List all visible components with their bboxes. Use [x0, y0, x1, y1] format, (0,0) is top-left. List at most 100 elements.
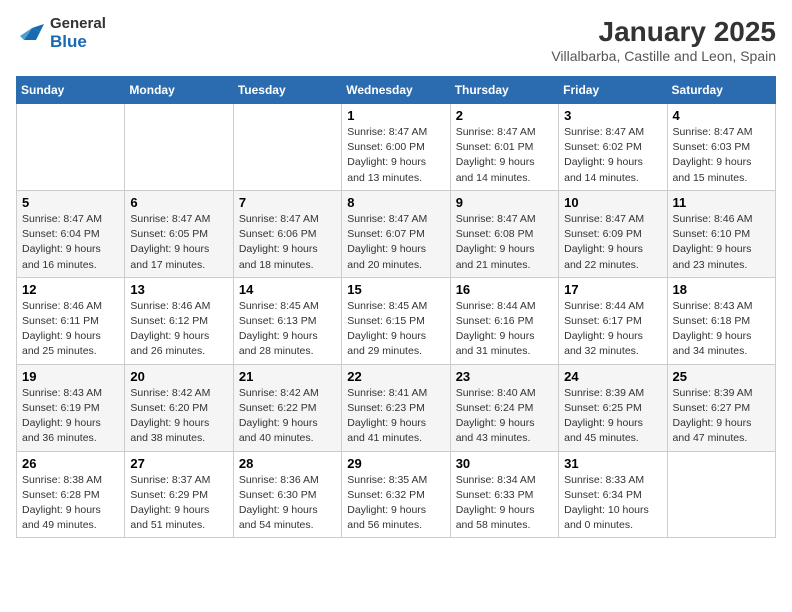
calendar-cell — [125, 104, 233, 191]
weekday-header-sunday: Sunday — [17, 77, 125, 104]
logo-blue-text: Blue — [50, 33, 106, 52]
calendar-cell: 20 Sunrise: 8:42 AM Sunset: 6:20 PM Dayli… — [125, 364, 233, 451]
calendar-cell: 18Sunrise: 8:43 AM Sunset: 6:18 PM Dayli… — [667, 277, 775, 364]
day-number: 24 — [564, 369, 661, 384]
day-info: Sunrise: 8:47 AM Sunset: 6:03 PM Dayligh… — [673, 125, 770, 186]
calendar-cell: 16 Sunrise: 8:44 AM Sunset: 6:16 PM Dayli… — [450, 277, 558, 364]
day-number: 29 — [347, 456, 444, 471]
day-number: 3 — [564, 108, 661, 123]
calendar-week-row: 12 Sunrise: 8:46 AM Sunset: 6:11 PM Dayli… — [17, 277, 776, 364]
calendar-week-row: 1 Sunrise: 8:47 AM Sunset: 6:00 PM Daylig… — [17, 104, 776, 191]
calendar-cell — [233, 104, 341, 191]
calendar-cell: 1 Sunrise: 8:47 AM Sunset: 6:00 PM Daylig… — [342, 104, 450, 191]
day-info: Sunrise: 8:39 AM Sunset: 6:27 PM Dayligh… — [673, 386, 770, 447]
day-info: Sunrise: 8:46 AM Sunset: 6:10 PM Dayligh… — [673, 212, 770, 273]
day-number: 9 — [456, 195, 553, 210]
day-info: Sunrise: 8:42 AM Sunset: 6:22 PM Dayligh… — [239, 386, 336, 447]
day-number: 1 — [347, 108, 444, 123]
calendar-cell: 5 Sunrise: 8:47 AM Sunset: 6:04 PM Daylig… — [17, 190, 125, 277]
day-number: 15 — [347, 282, 444, 297]
logo: General Blue — [16, 16, 106, 51]
day-info: Sunrise: 8:35 AM Sunset: 6:32 PM Dayligh… — [347, 473, 444, 534]
calendar-subtitle: Villalbarba, Castille and Leon, Spain — [551, 48, 776, 64]
day-number: 10 — [564, 195, 661, 210]
calendar-cell: 23Sunrise: 8:40 AM Sunset: 6:24 PM Dayli… — [450, 364, 558, 451]
day-info: Sunrise: 8:47 AM Sunset: 6:02 PM Dayligh… — [564, 125, 661, 186]
day-number: 2 — [456, 108, 553, 123]
weekday-header-friday: Friday — [559, 77, 667, 104]
day-number: 19 — [22, 369, 119, 384]
day-info: Sunrise: 8:40 AM Sunset: 6:24 PM Dayligh… — [456, 386, 553, 447]
logo-general-text: General — [50, 16, 106, 33]
calendar-cell: 15 Sunrise: 8:45 AM Sunset: 6:15 PM Dayli… — [342, 277, 450, 364]
calendar-cell — [17, 104, 125, 191]
calendar-cell: 10 Sunrise: 8:47 AM Sunset: 6:09 PM Dayli… — [559, 190, 667, 277]
calendar-week-row: 26 Sunrise: 8:38 AM Sunset: 6:28 PM Dayli… — [17, 451, 776, 538]
day-info: Sunrise: 8:39 AM Sunset: 6:25 PM Dayligh… — [564, 386, 661, 447]
day-number: 7 — [239, 195, 336, 210]
day-info: Sunrise: 8:41 AM Sunset: 6:23 PM Dayligh… — [347, 386, 444, 447]
calendar-cell: 12 Sunrise: 8:46 AM Sunset: 6:11 PM Dayli… — [17, 277, 125, 364]
day-info: Sunrise: 8:45 AM Sunset: 6:15 PM Dayligh… — [347, 299, 444, 360]
calendar-cell: 8Sunrise: 8:47 AM Sunset: 6:07 PM Daylig… — [342, 190, 450, 277]
day-info: Sunrise: 8:47 AM Sunset: 6:04 PM Dayligh… — [22, 212, 119, 273]
day-info: Sunrise: 8:44 AM Sunset: 6:16 PM Dayligh… — [456, 299, 553, 360]
calendar-cell: 4Sunrise: 8:47 AM Sunset: 6:03 PM Daylig… — [667, 104, 775, 191]
calendar-cell: 29 Sunrise: 8:35 AM Sunset: 6:32 PM Dayli… — [342, 451, 450, 538]
day-info: Sunrise: 8:44 AM Sunset: 6:17 PM Dayligh… — [564, 299, 661, 360]
weekday-header-monday: Monday — [125, 77, 233, 104]
day-info: Sunrise: 8:42 AM Sunset: 6:20 PM Dayligh… — [130, 386, 227, 447]
title-area: January 2025 Villalbarba, Castille and L… — [551, 16, 776, 64]
calendar-cell: 13Sunrise: 8:46 AM Sunset: 6:12 PM Dayli… — [125, 277, 233, 364]
day-number: 20 — [130, 369, 227, 384]
day-info: Sunrise: 8:47 AM Sunset: 6:06 PM Dayligh… — [239, 212, 336, 273]
day-number: 26 — [22, 456, 119, 471]
day-number: 5 — [22, 195, 119, 210]
calendar-cell: 11 Sunrise: 8:46 AM Sunset: 6:10 PM Dayli… — [667, 190, 775, 277]
day-number: 27 — [130, 456, 227, 471]
weekday-header-row: SundayMondayTuesdayWednesdayThursdayFrid… — [17, 77, 776, 104]
day-info: Sunrise: 8:47 AM Sunset: 6:01 PM Dayligh… — [456, 125, 553, 186]
calendar-cell: 19Sunrise: 8:43 AM Sunset: 6:19 PM Dayli… — [17, 364, 125, 451]
calendar-title: January 2025 — [551, 16, 776, 48]
calendar-cell: 30Sunrise: 8:34 AM Sunset: 6:33 PM Dayli… — [450, 451, 558, 538]
day-info: Sunrise: 8:36 AM Sunset: 6:30 PM Dayligh… — [239, 473, 336, 534]
day-number: 11 — [673, 195, 770, 210]
day-number: 22 — [347, 369, 444, 384]
calendar-cell — [667, 451, 775, 538]
calendar-cell: 14Sunrise: 8:45 AM Sunset: 6:13 PM Dayli… — [233, 277, 341, 364]
day-info: Sunrise: 8:47 AM Sunset: 6:08 PM Dayligh… — [456, 212, 553, 273]
day-info: Sunrise: 8:37 AM Sunset: 6:29 PM Dayligh… — [130, 473, 227, 534]
day-info: Sunrise: 8:47 AM Sunset: 6:09 PM Dayligh… — [564, 212, 661, 273]
calendar-cell: 22 Sunrise: 8:41 AM Sunset: 6:23 PM Dayli… — [342, 364, 450, 451]
day-number: 21 — [239, 369, 336, 384]
calendar-week-row: 5 Sunrise: 8:47 AM Sunset: 6:04 PM Daylig… — [17, 190, 776, 277]
calendar-cell: 21 Sunrise: 8:42 AM Sunset: 6:22 PM Dayli… — [233, 364, 341, 451]
day-info: Sunrise: 8:33 AM Sunset: 6:34 PM Dayligh… — [564, 473, 661, 534]
page-header: General Blue January 2025 Villalbarba, C… — [16, 16, 776, 64]
day-number: 18 — [673, 282, 770, 297]
day-number: 31 — [564, 456, 661, 471]
day-info: Sunrise: 8:46 AM Sunset: 6:11 PM Dayligh… — [22, 299, 119, 360]
logo-bird-icon — [16, 22, 46, 46]
calendar-cell: 3 Sunrise: 8:47 AM Sunset: 6:02 PM Daylig… — [559, 104, 667, 191]
weekday-header-thursday: Thursday — [450, 77, 558, 104]
day-info: Sunrise: 8:47 AM Sunset: 6:07 PM Dayligh… — [347, 212, 444, 273]
day-number: 16 — [456, 282, 553, 297]
day-number: 28 — [239, 456, 336, 471]
calendar-cell: 28 Sunrise: 8:36 AM Sunset: 6:30 PM Dayli… — [233, 451, 341, 538]
day-number: 12 — [22, 282, 119, 297]
calendar-cell: 17 Sunrise: 8:44 AM Sunset: 6:17 PM Dayli… — [559, 277, 667, 364]
calendar-table: SundayMondayTuesdayWednesdayThursdayFrid… — [16, 76, 776, 538]
calendar-cell: 26 Sunrise: 8:38 AM Sunset: 6:28 PM Dayli… — [17, 451, 125, 538]
day-info: Sunrise: 8:47 AM Sunset: 6:05 PM Dayligh… — [130, 212, 227, 273]
calendar-cell: 9 Sunrise: 8:47 AM Sunset: 6:08 PM Daylig… — [450, 190, 558, 277]
day-number: 17 — [564, 282, 661, 297]
day-info: Sunrise: 8:46 AM Sunset: 6:12 PM Dayligh… — [130, 299, 227, 360]
day-info: Sunrise: 8:38 AM Sunset: 6:28 PM Dayligh… — [22, 473, 119, 534]
weekday-header-saturday: Saturday — [667, 77, 775, 104]
weekday-header-wednesday: Wednesday — [342, 77, 450, 104]
calendar-cell: 2 Sunrise: 8:47 AM Sunset: 6:01 PM Daylig… — [450, 104, 558, 191]
day-info: Sunrise: 8:47 AM Sunset: 6:00 PM Dayligh… — [347, 125, 444, 186]
calendar-cell: 25Sunrise: 8:39 AM Sunset: 6:27 PM Dayli… — [667, 364, 775, 451]
